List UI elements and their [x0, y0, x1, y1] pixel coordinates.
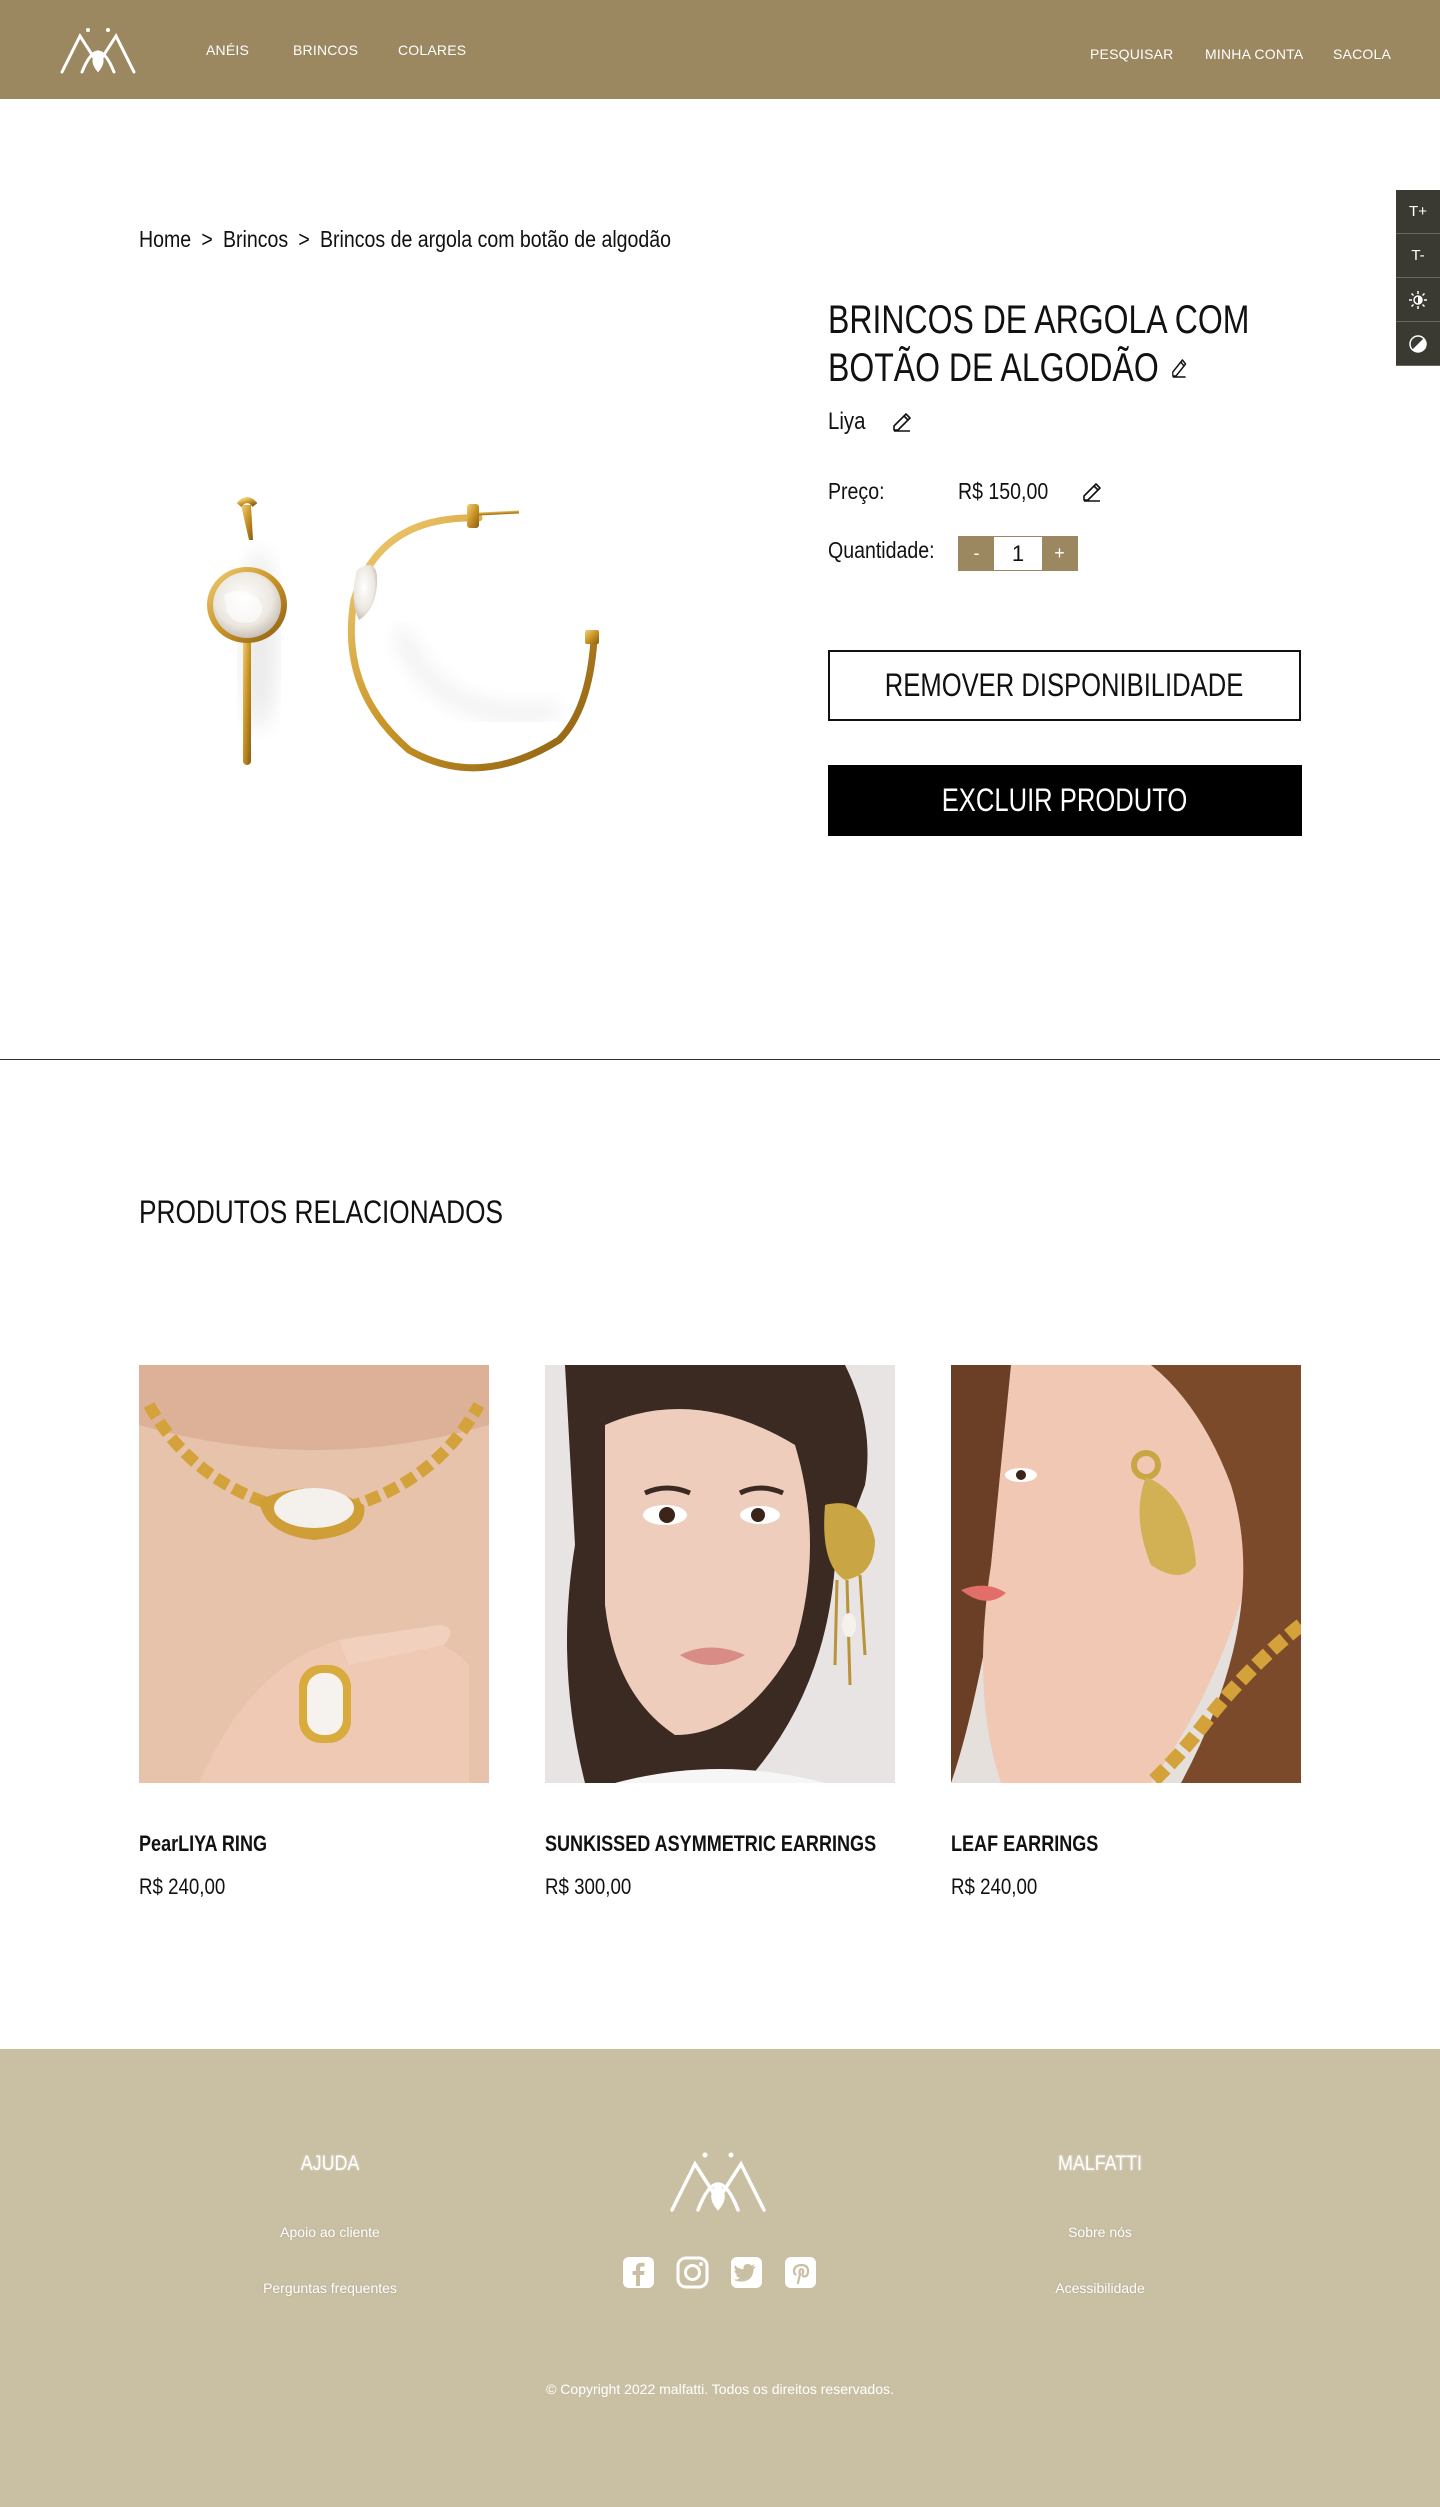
quantity-label: Quantidade:: [828, 537, 935, 563]
increase-font-button[interactable]: T+: [1396, 190, 1440, 234]
footer-link-customer-support[interactable]: Apoio ao cliente: [280, 2224, 380, 2240]
footer-brand-logo[interactable]: [668, 2148, 768, 2213]
edit-price-icon[interactable]: [1080, 480, 1104, 504]
related-product-image[interactable]: [951, 1365, 1306, 1789]
related-product-image[interactable]: [545, 1365, 895, 1783]
site-header: ANÉIS BRINCOS COLARES PESQUISAR MINHA CO…: [0, 0, 1440, 99]
copyright-text: © Copyright 2022 malfatti. Todos os dire…: [546, 2381, 894, 2397]
footer-link-about[interactable]: Sobre nós: [1068, 2224, 1132, 2240]
price-value: R$ 150,00: [958, 478, 1049, 504]
nav-aneis[interactable]: ANÉIS: [206, 42, 249, 58]
footer-brand-title: MALFATTI: [1058, 2152, 1142, 2175]
quantity-decrement-button[interactable]: -: [959, 537, 994, 570]
breadcrumb-separator: >: [201, 226, 213, 252]
product-title-line2: BOTÃO DE ALGODÃO: [828, 346, 1159, 390]
product-brand: Liya: [828, 408, 866, 435]
brightness-icon: [1409, 290, 1427, 309]
pinterest-icon[interactable]: [784, 2256, 817, 2289]
delete-product-button[interactable]: EXCLUIR PRODUTO: [828, 765, 1302, 836]
contrast-icon: [1409, 334, 1427, 353]
related-product-name[interactable]: PearLIYA RING: [139, 1831, 267, 1857]
breadcrumb-current: Brincos de argola com botão de algodão: [319, 226, 672, 252]
breadcrumb-separator: >: [298, 226, 310, 252]
edit-title-icon[interactable]: [1170, 356, 1189, 380]
related-product-price: R$ 300,00: [545, 1874, 632, 1899]
nav-colares[interactable]: COLARES: [398, 42, 466, 58]
nav-pesquisar[interactable]: PESQUISAR: [1090, 46, 1174, 62]
section-divider: [0, 1059, 1440, 1060]
breadcrumb-category[interactable]: Brincos: [223, 226, 288, 253]
product-title: BRINCOS DE ARGOLA COM BOTÃO DE ALGODÃO: [828, 296, 1308, 392]
related-product-card[interactable]: PearLIYA RING R$ 240,00: [139, 1365, 489, 1899]
nav-minha-conta[interactable]: MINHA CONTA: [1205, 46, 1303, 62]
product-title-line1: BRINCOS DE ARGOLA COM: [828, 298, 1250, 342]
footer-help-title: AJUDA: [300, 2152, 360, 2175]
twitter-icon[interactable]: [730, 2256, 763, 2289]
related-products-title: PRODUTOS RELACIONADOS: [139, 1194, 504, 1230]
related-product-card[interactable]: SUNKISSED ASYMMETRIC EARRINGS R$ 300,00: [545, 1365, 895, 1899]
footer-link-faq[interactable]: Perguntas frequentes: [263, 2280, 397, 2296]
related-product-price: R$ 240,00: [951, 1874, 1038, 1899]
nav-brincos[interactable]: BRINCOS: [293, 42, 358, 58]
product-brand-row: Liya: [828, 408, 914, 436]
accessibility-toolbar: T+ T-: [1396, 190, 1440, 366]
quantity-value[interactable]: 1: [994, 537, 1042, 570]
delete-product-label: EXCLUIR PRODUTO: [942, 782, 1188, 818]
nav-sacola[interactable]: SACOLA: [1333, 46, 1391, 62]
related-product-name[interactable]: LEAF EARRINGS: [951, 1831, 1098, 1857]
related-product-card[interactable]: LEAF EARRINGS R$ 240,00: [951, 1365, 1306, 1899]
instagram-icon[interactable]: [676, 2256, 709, 2289]
footer-link-accessibility[interactable]: Acessibilidade: [1055, 2280, 1145, 2296]
product-image: [207, 497, 599, 772]
decrease-font-button[interactable]: T-: [1396, 234, 1440, 278]
related-product-name[interactable]: SUNKISSED ASYMMETRIC EARRINGS: [545, 1831, 876, 1857]
brightness-toggle-button[interactable]: [1396, 278, 1440, 322]
brand-logo[interactable]: [58, 24, 138, 74]
remove-availability-button[interactable]: REMOVER DISPONIBILIDADE: [828, 650, 1301, 721]
related-product-image[interactable]: [139, 1365, 489, 1783]
site-footer: [0, 2049, 1440, 2507]
contrast-toggle-button[interactable]: [1396, 322, 1440, 366]
breadcrumb-home[interactable]: Home: [139, 226, 191, 253]
related-product-price: R$ 240,00: [139, 1874, 226, 1899]
breadcrumb: Home > Brincos > Brincos de argola com b…: [139, 226, 671, 253]
edit-brand-icon[interactable]: [890, 410, 914, 434]
quantity-increment-button[interactable]: +: [1042, 537, 1077, 570]
price-label: Preço:: [828, 478, 885, 504]
facebook-icon[interactable]: [622, 2256, 655, 2289]
quantity-stepper: - 1 +: [958, 536, 1078, 571]
remove-availability-label: REMOVER DISPONIBILIDADE: [885, 667, 1244, 703]
